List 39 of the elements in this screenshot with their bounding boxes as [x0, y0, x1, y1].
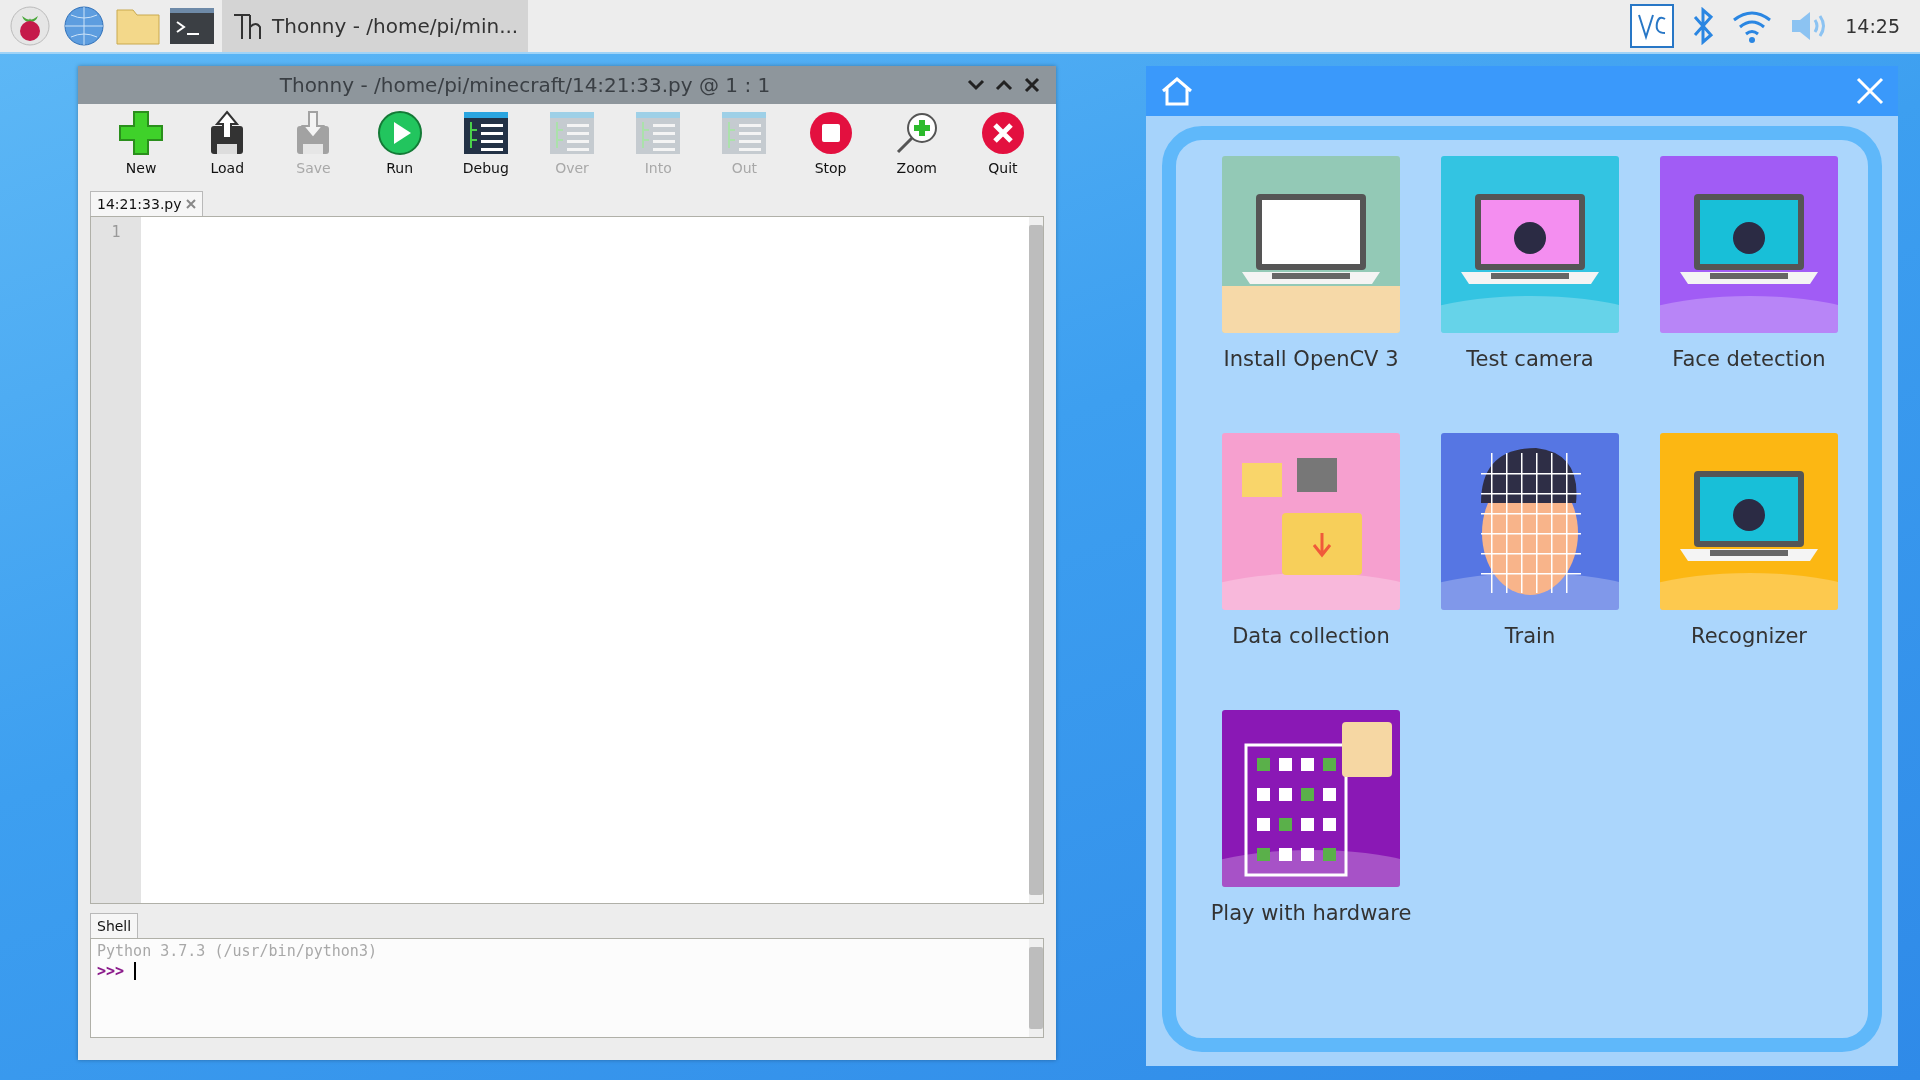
- plus-icon: [118, 110, 165, 156]
- close-icon[interactable]: [185, 199, 196, 209]
- line-number: 1: [110, 223, 122, 241]
- shell-output-text: Python 3.7.3 (/usr/bin/python3): [97, 941, 378, 961]
- text-cursor: [134, 962, 137, 980]
- close-icon: [979, 110, 1026, 156]
- toolbar-button[interactable]: New: [98, 110, 185, 190]
- shell-console[interactable]: Python 3.7.3 (/usr/bin/python3) >>>: [90, 938, 1044, 1038]
- editor-tab[interactable]: 14:21:33.py: [90, 191, 203, 216]
- home-icon[interactable]: [1160, 76, 1194, 106]
- play-icon: [376, 110, 423, 156]
- tile-label[interactable]: Test camera: [1466, 347, 1594, 371]
- shell-tab[interactable]: Shell: [90, 913, 139, 938]
- toolbar-button[interactable]: Stop: [787, 110, 874, 190]
- scrollbar[interactable]: [1029, 217, 1043, 903]
- tile-label[interactable]: Data collection: [1232, 624, 1390, 648]
- toolbar-button[interactable]: Quit: [959, 110, 1047, 190]
- tile-label[interactable]: Train: [1504, 624, 1556, 648]
- toolbar-button[interactable]: Run: [356, 110, 443, 190]
- list-icon: [635, 110, 682, 156]
- clock: 14:25: [1845, 15, 1900, 37]
- tile-label[interactable]: Face detection: [1672, 347, 1826, 371]
- stop-icon: [807, 110, 854, 156]
- window-title: Thonny - /home/pi/minecraft/14:21:33.py @ 1 : 1: [278, 73, 772, 97]
- thonny-icon: [232, 11, 264, 41]
- list-icon: [462, 110, 509, 156]
- taskbar-task[interactable]: Thonny - /home/pi/min...: [222, 0, 529, 52]
- toolbar-button[interactable]: Debug: [442, 110, 529, 190]
- list-icon: [721, 110, 768, 156]
- scrollbar[interactable]: [1029, 939, 1043, 1037]
- list-icon: [549, 110, 596, 156]
- toolbar-button[interactable]: Zoom: [873, 110, 960, 190]
- vnc-icon[interactable]: [1629, 3, 1676, 49]
- tile-label[interactable]: Play with hardware: [1210, 901, 1412, 925]
- toolbar-button[interactable]: Load: [184, 110, 271, 190]
- tile-label[interactable]: Install OpenCV 3: [1223, 347, 1399, 371]
- tile-label[interactable]: Recognizer: [1691, 624, 1807, 648]
- bluetooth-icon[interactable]: [1691, 7, 1716, 45]
- shell-prompt: >>>: [97, 961, 125, 981]
